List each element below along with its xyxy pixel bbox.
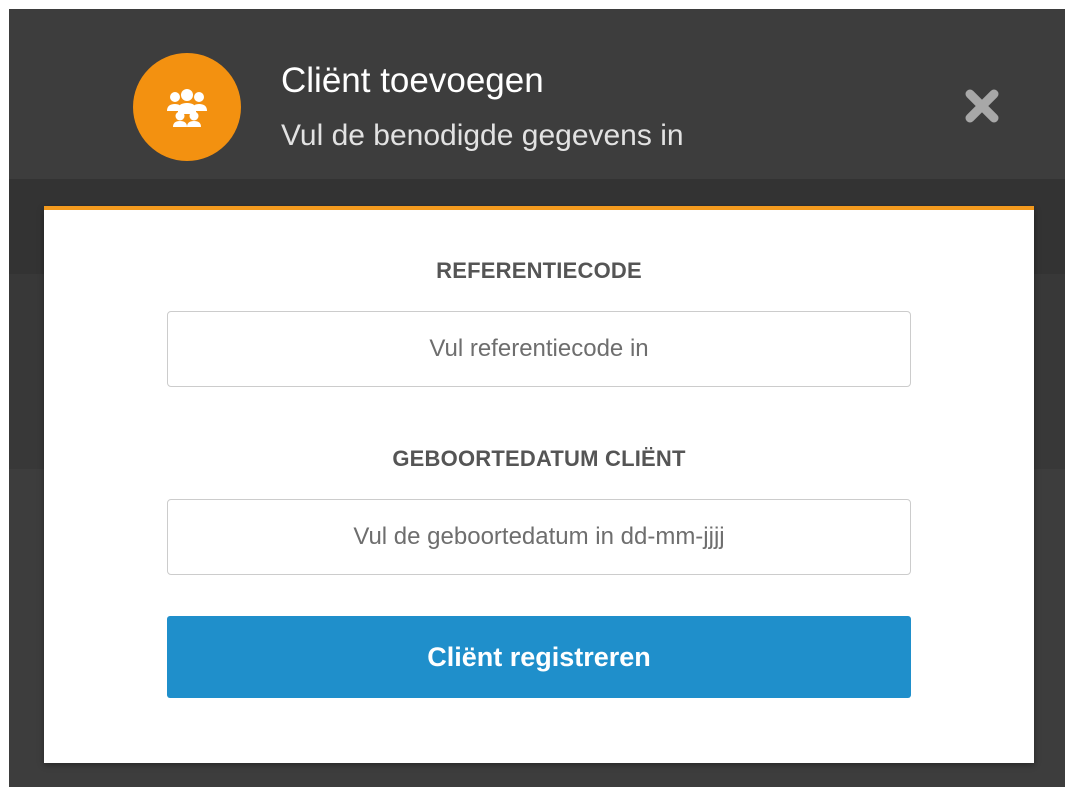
register-client-button[interactable]: Cliënt registreren bbox=[167, 616, 911, 698]
dialog-header: Cliënt toevoegen Vul de benodigde gegeve… bbox=[9, 9, 1065, 204]
dialog-subtitle: Vul de benodigde gegevens in bbox=[281, 119, 684, 152]
close-icon bbox=[965, 89, 999, 123]
reference-code-label: REFERENTIECODE bbox=[436, 258, 642, 283]
users-icon bbox=[133, 53, 241, 161]
page-backdrop: Cliënt toevoegen Vul de benodigde gegeve… bbox=[9, 9, 1065, 787]
dialog-title: Cliënt toevoegen bbox=[281, 61, 544, 100]
birthdate-input[interactable] bbox=[167, 499, 911, 575]
dialog-body: REFERENTIECODE GEBOORTEDATUM CLIËNT Clië… bbox=[44, 206, 1034, 763]
reference-code-input[interactable] bbox=[167, 311, 911, 387]
birthdate-label: GEBOORTEDATUM CLIËNT bbox=[392, 446, 686, 471]
close-button[interactable] bbox=[959, 83, 1005, 129]
